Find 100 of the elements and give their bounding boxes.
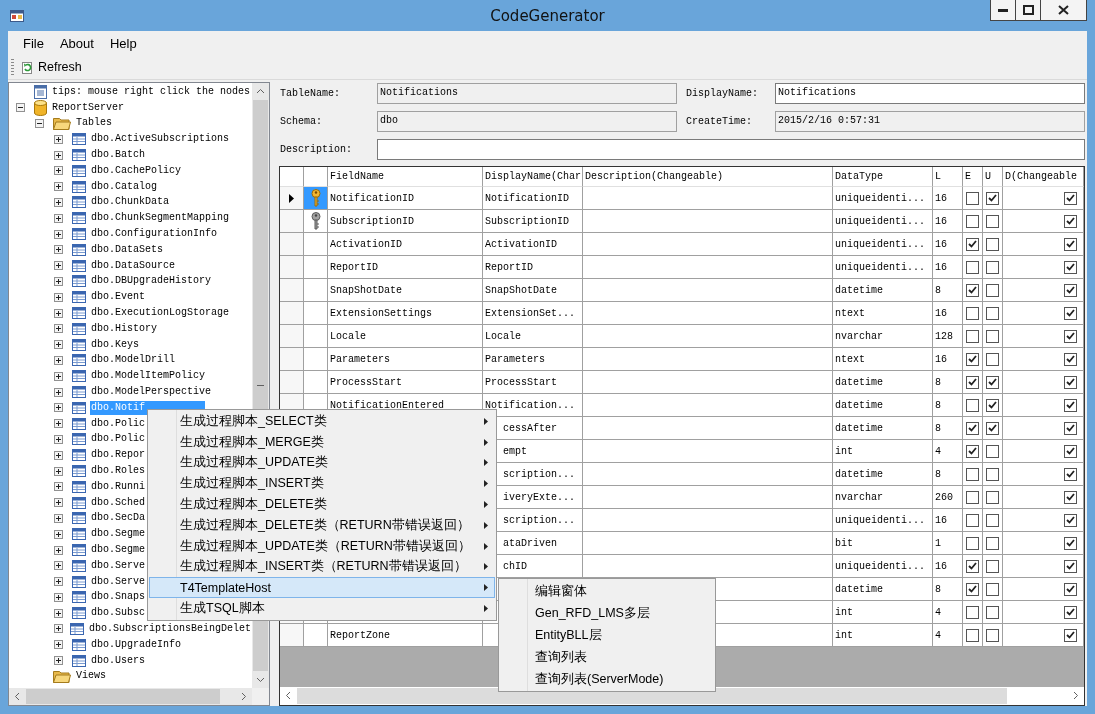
expand-icon[interactable]	[54, 577, 63, 587]
checkbox[interactable]	[1064, 283, 1077, 297]
tree-item[interactable]: dbo.ChunkData	[90, 195, 170, 210]
tree-item[interactable]: dbo.Keys	[90, 337, 140, 352]
collapse-icon[interactable]	[16, 103, 25, 113]
expand-icon[interactable]	[54, 213, 63, 223]
expand-icon[interactable]	[54, 561, 63, 571]
checkbox[interactable]	[1064, 536, 1077, 550]
row-header[interactable]	[280, 187, 304, 210]
checkbox[interactable]	[986, 191, 999, 205]
scrollbar[interactable]	[9, 688, 252, 705]
checkbox[interactable]	[986, 536, 999, 550]
checkbox[interactable]	[986, 237, 999, 251]
tree-item[interactable]: dbo.ModelDrill	[90, 353, 176, 368]
tree-item[interactable]: dbo.DataSource	[90, 258, 176, 273]
menu-item[interactable]: 查询列表	[500, 646, 714, 668]
checkbox[interactable]	[1064, 329, 1077, 343]
checkbox[interactable]	[1064, 237, 1077, 251]
scroll-thumb[interactable]	[297, 688, 1007, 704]
expand-icon[interactable]	[54, 276, 63, 286]
checkbox[interactable]	[986, 513, 999, 527]
checkbox[interactable]	[966, 237, 979, 251]
checkbox[interactable]	[966, 260, 979, 274]
expand-icon[interactable]	[54, 419, 63, 429]
tree-item[interactable]: dbo.SubscriptionsBeingDelet	[87, 622, 252, 636]
tree-item[interactable]: dbo.History	[90, 321, 158, 336]
expand-icon[interactable]	[54, 197, 63, 207]
expand-icon[interactable]	[54, 261, 63, 271]
menu-item[interactable]: T4TemplateHost	[149, 577, 495, 599]
checkbox[interactable]	[1064, 214, 1077, 228]
checkbox[interactable]	[986, 260, 999, 274]
checkbox[interactable]	[966, 490, 979, 504]
expand-icon[interactable]	[54, 513, 63, 523]
close-button[interactable]	[1040, 0, 1087, 21]
menu-item[interactable]: File	[16, 33, 51, 53]
expand-icon[interactable]	[54, 355, 63, 365]
checkbox[interactable]	[966, 536, 979, 550]
column-header[interactable]: L	[933, 167, 963, 187]
checkbox[interactable]	[1064, 605, 1077, 619]
checkbox[interactable]	[966, 375, 979, 389]
column-header[interactable]: E	[963, 167, 983, 187]
tree-item[interactable]: dbo.Segme	[90, 543, 146, 557]
expand-icon[interactable]	[54, 245, 63, 255]
checkbox[interactable]	[986, 398, 999, 412]
checkbox[interactable]	[986, 352, 999, 366]
checkbox[interactable]	[986, 605, 999, 619]
checkbox[interactable]	[1064, 375, 1077, 389]
checkbox[interactable]	[1064, 444, 1077, 458]
expand-icon[interactable]	[54, 466, 63, 476]
expand-icon[interactable]	[54, 403, 63, 413]
expand-icon[interactable]	[54, 624, 63, 634]
minimize-button[interactable]	[990, 0, 1016, 21]
column-header[interactable]: DataType	[833, 167, 933, 187]
checkbox[interactable]	[986, 444, 999, 458]
expand-icon[interactable]	[54, 150, 63, 160]
tree-item[interactable]: Tables	[75, 116, 113, 131]
checkbox[interactable]	[966, 191, 979, 205]
tree-item[interactable]: dbo.Roles	[90, 464, 146, 478]
checkbox[interactable]	[1064, 421, 1077, 435]
checkbox[interactable]	[1064, 513, 1077, 527]
checkbox[interactable]	[1064, 398, 1077, 412]
checkbox[interactable]	[966, 444, 979, 458]
tree-item[interactable]: dbo.Users	[90, 653, 146, 668]
menu-item[interactable]: About	[52, 33, 101, 53]
tree-item[interactable]: dbo.DBUpgradeHistory	[90, 274, 213, 289]
expand-icon[interactable]	[54, 340, 63, 350]
expand-icon[interactable]	[54, 656, 63, 666]
checkbox[interactable]	[986, 283, 999, 297]
checkbox[interactable]	[966, 421, 979, 435]
tree-item[interactable]: dbo.CachePolicy	[90, 163, 182, 178]
checkbox[interactable]	[986, 306, 999, 320]
tree-item[interactable]: dbo.ChunkSegmentMapping	[90, 211, 231, 226]
column-header[interactable]: D(Changeable	[1003, 167, 1084, 187]
tree-item[interactable]: dbo.Serve	[90, 558, 146, 573]
expand-icon[interactable]	[54, 308, 63, 318]
expand-icon[interactable]	[54, 450, 63, 460]
tree-item[interactable]: dbo.ExecutionLogStorage	[90, 306, 231, 321]
checkbox[interactable]	[966, 306, 979, 320]
tree-item[interactable]: Views	[75, 669, 107, 684]
checkbox[interactable]	[986, 467, 999, 481]
checkbox[interactable]	[986, 490, 999, 504]
expand-icon[interactable]	[54, 387, 63, 397]
expand-icon[interactable]	[54, 592, 63, 602]
checkbox[interactable]	[986, 559, 999, 573]
menu-item[interactable]: Gen_RFD_LMS多层	[500, 602, 714, 624]
expand-icon[interactable]	[54, 545, 63, 555]
expand-icon[interactable]	[54, 529, 63, 539]
tree-item[interactable]: dbo.ConfigurationInfo	[90, 227, 219, 242]
tree-item[interactable]: dbo.Subsc	[90, 606, 146, 621]
column-header[interactable]: FieldName	[328, 167, 483, 187]
tree-item[interactable]: dbo.Serve	[90, 574, 146, 589]
checkbox[interactable]	[966, 559, 979, 573]
column-header[interactable]: DisplayName(Char	[483, 167, 583, 187]
tree-item[interactable]: tips: mouse right click the nodes	[51, 84, 252, 99]
expand-icon[interactable]	[54, 608, 63, 618]
checkbox[interactable]	[1064, 628, 1077, 642]
tree-item[interactable]: dbo.Batch	[90, 148, 146, 163]
menu-item[interactable]: 查询列表(ServerMode)	[500, 668, 714, 690]
expand-icon[interactable]	[54, 292, 63, 302]
checkbox[interactable]	[1064, 559, 1077, 573]
